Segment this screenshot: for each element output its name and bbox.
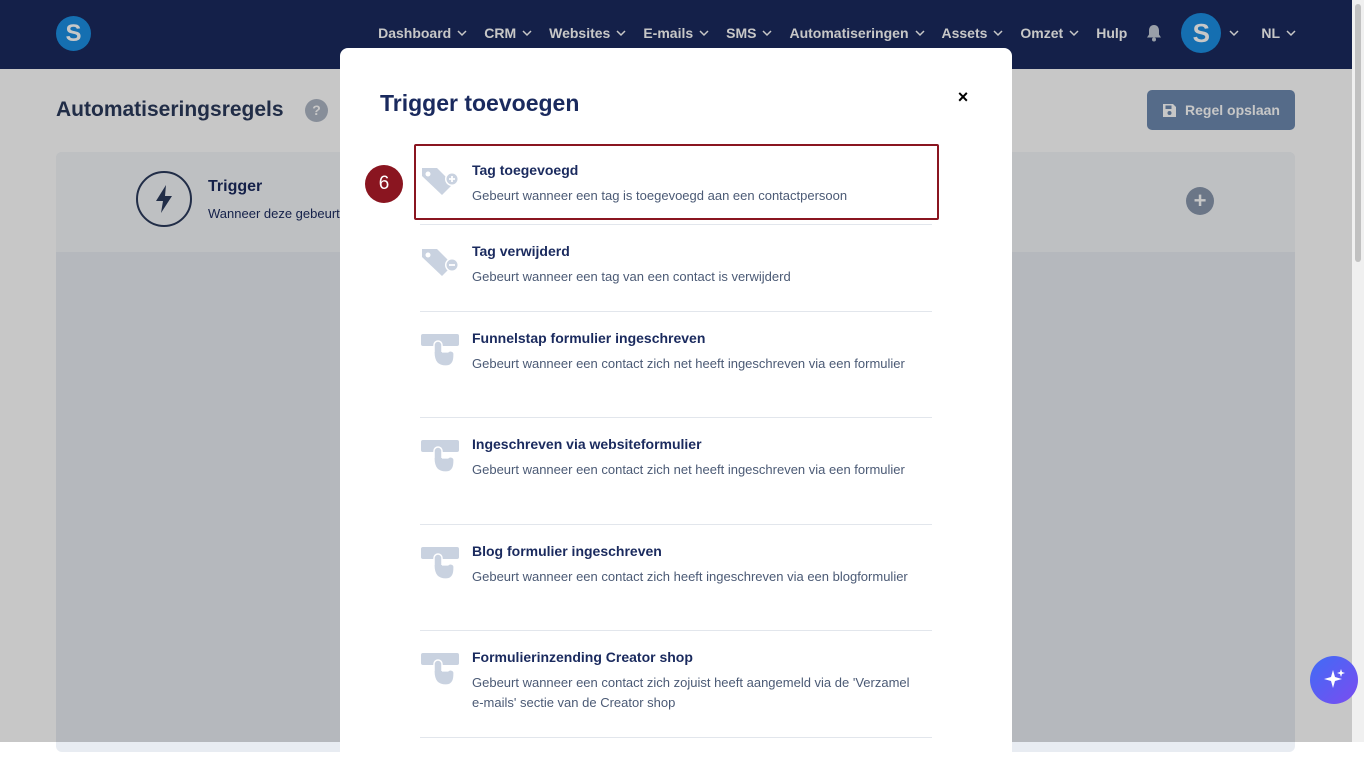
form-click-icon (421, 440, 459, 473)
trigger-title: Ingeschreven via websiteformulier (472, 436, 702, 452)
highlight-box (414, 144, 939, 220)
ai-assistant-button[interactable] (1310, 656, 1358, 704)
trigger-item-website-form[interactable]: Ingeschreven via websiteformulier Gebeur… (420, 418, 932, 525)
trigger-description: Gebeurt wanneer een contact zich net hee… (472, 462, 905, 477)
form-click-icon (421, 547, 459, 580)
close-icon[interactable]: × (952, 86, 974, 108)
trigger-title: Formulierinzending Creator shop (472, 649, 693, 665)
trigger-description: Gebeurt wanneer een tag van een contact … (472, 269, 791, 284)
trigger-item-creator-shop[interactable]: Formulierinzending Creator shop Gebeurt … (420, 631, 932, 738)
trigger-description: Gebeurt wanneer een contact zich zojuist… (472, 675, 910, 710)
step-badge: 6 (365, 165, 403, 203)
scrollbar-thumb[interactable] (1355, 4, 1361, 262)
trigger-item-blog-form[interactable]: Blog formulier ingeschreven Gebeurt wann… (420, 525, 932, 631)
trigger-item-tag-removed[interactable]: Tag verwijderd Gebeurt wanneer een tag v… (420, 225, 932, 312)
trigger-title: Tag verwijderd (472, 243, 570, 259)
trigger-list: Tag toegevoegd Gebeurt wanneer een tag i… (420, 144, 932, 738)
form-click-icon (421, 653, 459, 686)
trigger-title: Funnelstap formulier ingeschreven (472, 330, 706, 346)
sparkle-icon (1324, 669, 1345, 688)
form-click-icon (421, 334, 459, 367)
trigger-description: Gebeurt wanneer een contact zich heeft i… (472, 569, 908, 584)
tag-minus-icon (422, 249, 459, 276)
trigger-description: Gebeurt wanneer een contact zich net hee… (472, 356, 905, 371)
page-scrollbar[interactable] (1352, 0, 1364, 742)
trigger-item-funnel-form[interactable]: Funnelstap formulier ingeschreven Gebeur… (420, 312, 932, 418)
modal-title: Trigger toevoegen (380, 90, 580, 116)
trigger-title: Blog formulier ingeschreven (472, 543, 662, 559)
